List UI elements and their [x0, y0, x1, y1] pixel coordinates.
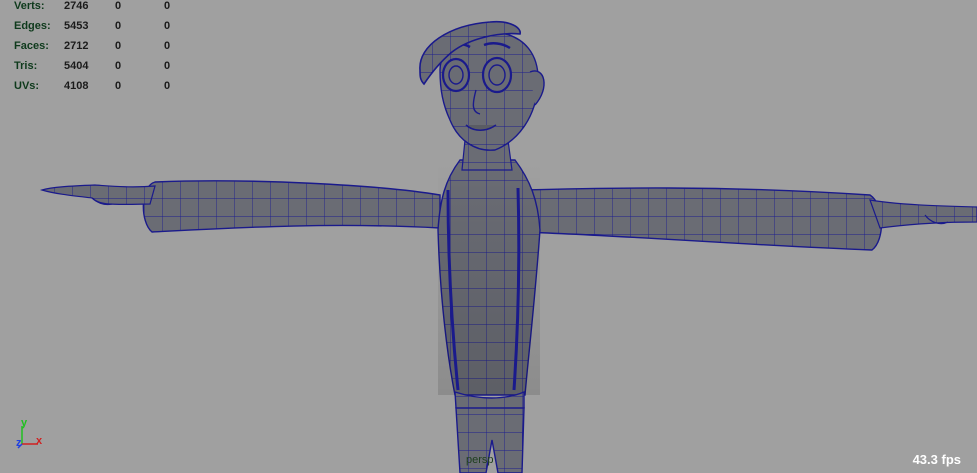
hud-value: 0: [115, 20, 122, 32]
arm-left: [39, 180, 441, 233]
axis-gizmo: y z x: [16, 418, 43, 449]
poly-count-hud: Verts: 2746 0 0 Edges: 5453 0 0 Faces: 2…: [14, 0, 214, 100]
hud-value: 0: [164, 0, 171, 12]
hud-value: 4108: [64, 80, 89, 92]
hud-value: 0: [115, 0, 122, 12]
hud-value: 5404: [64, 60, 89, 72]
hud-label: Tris:: [14, 60, 38, 72]
hud-label: UVs:: [14, 80, 40, 92]
hud-value: 0: [115, 80, 122, 92]
camera-label: persp: [466, 454, 494, 466]
hud-value: 0: [115, 40, 122, 52]
hud-row-tris: Tris: 5404 0 0: [14, 60, 214, 80]
hud-value: 0: [164, 60, 171, 72]
hud-label: Faces:: [14, 40, 49, 52]
axis-y-label: y: [21, 418, 28, 429]
axis-x-label: x: [36, 435, 43, 447]
hud-value: 2746: [64, 0, 89, 12]
hud-row-edges: Edges: 5453 0 0: [14, 20, 214, 40]
fps-readout: 43.3 fps: [912, 452, 961, 467]
hud-value: 5453: [64, 20, 89, 32]
hud-value: 0: [164, 80, 171, 92]
hud-value: 0: [164, 40, 171, 52]
hud-value: 0: [164, 20, 171, 32]
hud-row-uvs: UVs: 4108 0 0: [14, 80, 214, 100]
hud-value: 0: [115, 60, 122, 72]
hud-label: Verts:: [14, 0, 45, 12]
hud-row-verts: Verts: 2746 0 0: [14, 0, 214, 20]
hud-row-faces: Faces: 2712 0 0: [14, 40, 214, 60]
hud-label: Edges:: [14, 20, 51, 32]
3d-viewport[interactable]: Verts: 2746 0 0 Edges: 5453 0 0 Faces: 2…: [0, 0, 977, 473]
arm-right: [519, 187, 977, 251]
torso: [437, 159, 541, 414]
hud-value: 2712: [64, 40, 89, 52]
axis-z-label: z: [16, 437, 22, 449]
